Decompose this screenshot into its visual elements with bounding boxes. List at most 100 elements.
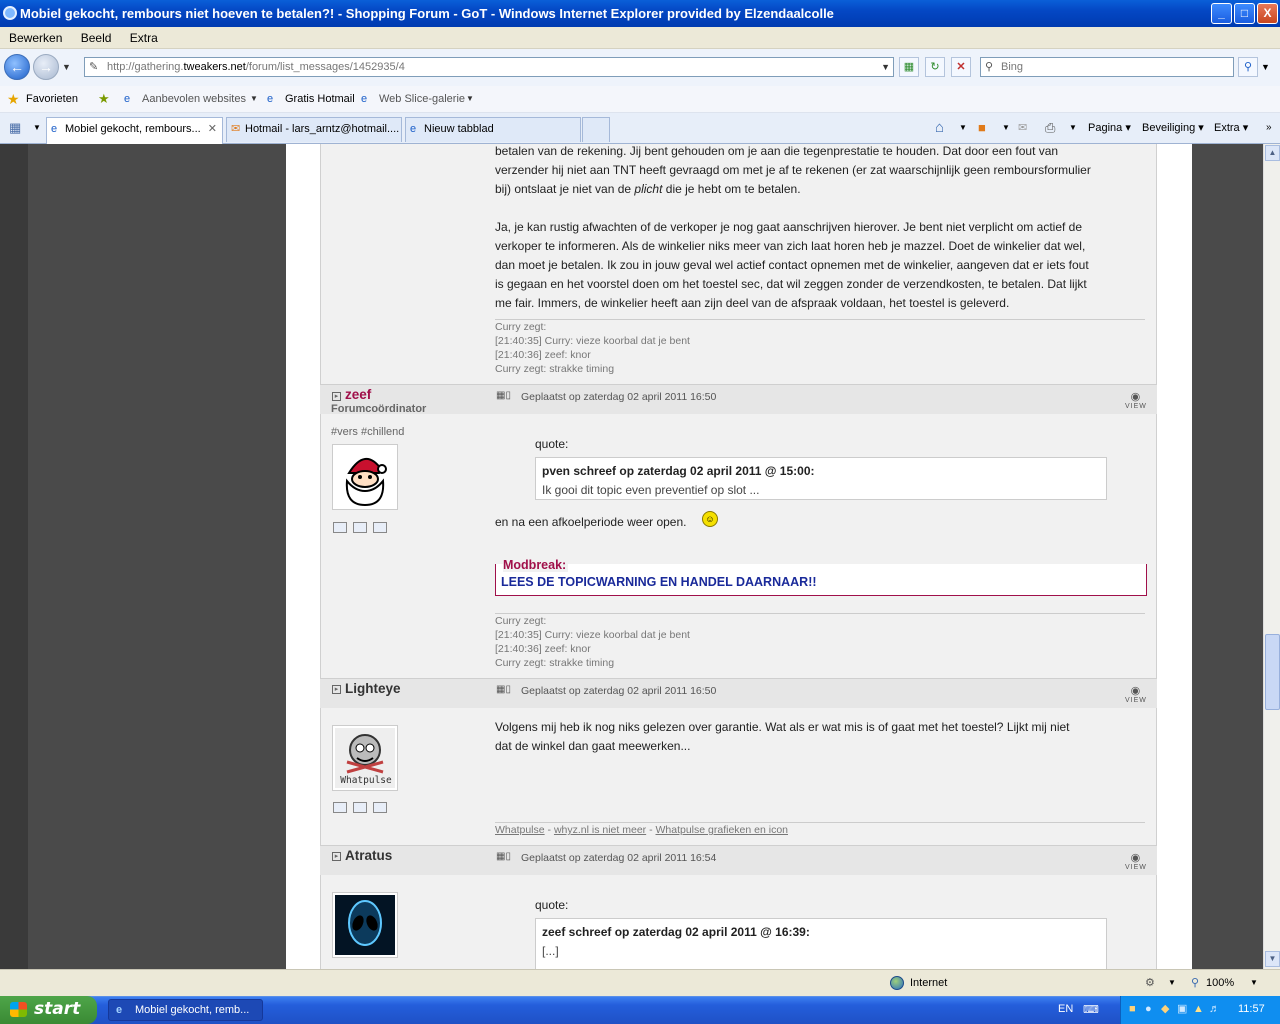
minimize-button[interactable]: _ bbox=[1211, 3, 1232, 24]
language-indicator[interactable]: EN bbox=[1058, 1003, 1073, 1015]
avatar[interactable] bbox=[332, 444, 398, 510]
tray-icon-4[interactable]: ▣ bbox=[1177, 996, 1187, 1023]
close-button[interactable]: X bbox=[1257, 3, 1278, 24]
vertical-scrollbar[interactable]: ▲ ▼ bbox=[1263, 144, 1280, 969]
avatar[interactable]: Whatpulse bbox=[332, 725, 398, 791]
menu-bewerken[interactable]: Bewerken bbox=[8, 27, 70, 45]
stop-icon[interactable]: ✕ bbox=[951, 57, 971, 77]
tab-hotmail[interactable]: ✉ Hotmail - lars_arntz@hotmail.... bbox=[226, 117, 402, 142]
post-4-username[interactable]: Atratus bbox=[345, 848, 392, 863]
zoom-level[interactable]: 100% bbox=[1206, 970, 1234, 996]
beveiliging-label: Beveiliging bbox=[1142, 122, 1196, 134]
profile-icon[interactable] bbox=[333, 802, 347, 813]
search-input[interactable]: ⚲ Bing bbox=[980, 57, 1234, 77]
quote-text: Ik gooi dit topic even preventief op slo… bbox=[542, 483, 760, 497]
protected-mode-icon[interactable]: ⚙ bbox=[1145, 970, 1155, 996]
zoom-icon: ⚲ bbox=[1191, 977, 1200, 989]
menu-extra[interactable]: Extra bbox=[129, 27, 166, 45]
address-input[interactable]: ✎ http://gathering.tweakers.net/forum/li… bbox=[84, 57, 894, 77]
view-button[interactable]: ◉ VIEW bbox=[1125, 684, 1147, 704]
sig-link-grafieken[interactable]: Whatpulse grafieken en icon bbox=[656, 824, 789, 836]
alien-avatar-icon bbox=[335, 895, 395, 955]
fav-gratis-hotmail[interactable]: Gratis Hotmail bbox=[285, 86, 355, 112]
scroll-thumb[interactable] bbox=[1265, 634, 1280, 710]
view-button[interactable]: ◉ VIEW bbox=[1125, 390, 1147, 410]
search-provider-icon: ⚲ bbox=[985, 61, 994, 73]
post-link-icon[interactable]: ▦▯ bbox=[496, 390, 511, 401]
system-tray: ■ ● ◆ ▣ ▲ ♬ 11:57 bbox=[1120, 996, 1280, 1024]
post-3-username[interactable]: Lighteye bbox=[345, 681, 401, 696]
quote-box: zeef schreef op zaterdag 02 april 2011 @… bbox=[535, 918, 1107, 969]
new-tab-button[interactable] bbox=[582, 117, 610, 142]
quote-label: quote: bbox=[535, 898, 569, 912]
maximize-button[interactable]: □ bbox=[1234, 3, 1255, 24]
fav-aanbevolen[interactable]: Aanbevolen websites bbox=[142, 86, 246, 112]
sig-link-whatpulse[interactable]: Whatpulse bbox=[495, 824, 545, 836]
mail-icon: ✉ bbox=[231, 123, 241, 135]
forward-button[interactable]: → bbox=[33, 54, 59, 80]
gallery-icon[interactable] bbox=[353, 522, 367, 533]
favorites-button[interactable]: Favorieten bbox=[26, 86, 78, 112]
close-tab-icon[interactable]: ✕ bbox=[208, 118, 217, 140]
expand-user-icon[interactable]: ▸ bbox=[332, 685, 341, 694]
modbreak-text: LEES DE TOPICWARNING EN HANDEL DAARNAAR!… bbox=[501, 575, 817, 589]
chevron-down-icon[interactable]: ▼ bbox=[1002, 117, 1010, 139]
print-icon[interactable]: ⎙ bbox=[1045, 117, 1055, 139]
tray-icon-1[interactable]: ■ bbox=[1129, 996, 1136, 1023]
scroll-up-icon[interactable]: ▲ bbox=[1265, 145, 1280, 161]
text-line: dan moet je betalen. Ik zou in jouw geva… bbox=[495, 258, 1089, 272]
avatar[interactable] bbox=[332, 892, 398, 958]
webslice-icon: e bbox=[361, 93, 368, 105]
tray-icon-3[interactable]: ◆ bbox=[1161, 996, 1169, 1023]
post-2-username[interactable]: zeef bbox=[345, 387, 371, 402]
scroll-down-icon[interactable]: ▼ bbox=[1265, 951, 1280, 967]
sig-link-whyz[interactable]: whyz.nl is niet meer bbox=[554, 824, 646, 836]
profile-icon[interactable] bbox=[333, 522, 347, 533]
add-favorite-icon[interactable]: ★ bbox=[98, 86, 110, 112]
fav-web-slice[interactable]: Web Slice-galerie bbox=[379, 86, 465, 112]
view-label: VIEW bbox=[1125, 864, 1147, 871]
page-viewport: betalen van de rekening. Jij bent gehoud… bbox=[0, 144, 1263, 969]
menu-pagina[interactable]: Pagina ▾ bbox=[1088, 117, 1131, 139]
tray-icon-5[interactable]: ▲ bbox=[1193, 996, 1204, 1023]
tab-list-icon[interactable]: ▼ bbox=[33, 117, 41, 139]
smiley-icon: ☺ bbox=[702, 511, 718, 527]
tab-active[interactable]: e Mobiel gekocht, rembours... ✕ bbox=[46, 117, 223, 144]
expand-user-icon[interactable]: ▸ bbox=[332, 852, 341, 861]
contact-icon[interactable] bbox=[373, 522, 387, 533]
view-button[interactable]: ◉ VIEW bbox=[1125, 851, 1147, 871]
expand-user-icon[interactable]: ▸ bbox=[332, 392, 341, 401]
address-dropdown-icon[interactable]: ▼ bbox=[881, 58, 890, 76]
home-icon[interactable]: ⌂ bbox=[935, 117, 944, 139]
view-label: VIEW bbox=[1125, 697, 1147, 704]
compat-view-icon[interactable]: ▦ bbox=[899, 57, 919, 77]
menu-beveiliging[interactable]: Beveiliging ▾ bbox=[1142, 117, 1204, 139]
chevron-down-icon[interactable]: ▼ bbox=[959, 117, 967, 139]
chevron-down-icon[interactable]: ▼ bbox=[1069, 117, 1077, 139]
quick-tabs-icon[interactable]: ▦ bbox=[9, 117, 21, 139]
back-button[interactable]: ← bbox=[4, 54, 30, 80]
gallery-icon[interactable] bbox=[353, 802, 367, 813]
menu-beeld[interactable]: Beeld bbox=[80, 27, 120, 45]
tray-icon-2[interactable]: ● bbox=[1145, 996, 1152, 1023]
tab-bar: ▦ ▼ e Mobiel gekocht, rembours... ✕ ✉ Ho… bbox=[0, 113, 1280, 144]
keyboard-icon[interactable]: ⌨ bbox=[1083, 1003, 1099, 1016]
more-icon[interactable]: » bbox=[1266, 117, 1272, 139]
taskbar-item-ie[interactable]: e Mobiel gekocht, remb... bbox=[108, 999, 263, 1021]
history-dropdown-icon[interactable]: ▼ bbox=[62, 62, 71, 72]
volume-icon[interactable]: ♬ bbox=[1209, 996, 1220, 1023]
search-icon[interactable]: ⚲ bbox=[1238, 57, 1258, 77]
chevron-down-icon[interactable]: ▼ bbox=[1250, 970, 1258, 996]
chevron-down-icon[interactable]: ▼ bbox=[1168, 970, 1176, 996]
contact-icon[interactable] bbox=[373, 802, 387, 813]
refresh-icon[interactable]: ↻ bbox=[925, 57, 945, 77]
rss-icon[interactable]: ■ bbox=[978, 117, 986, 139]
search-options-icon[interactable]: ▼ bbox=[1261, 62, 1270, 72]
mail-icon[interactable]: ✉ bbox=[1018, 117, 1027, 139]
taskbar-item-label: Mobiel gekocht, remb... bbox=[135, 1004, 250, 1016]
menu-extra-cmd[interactable]: Extra ▾ bbox=[1214, 117, 1248, 139]
start-button[interactable]: start bbox=[0, 996, 97, 1024]
post-link-icon[interactable]: ▦▯ bbox=[496, 851, 511, 862]
tab-new[interactable]: e Nieuw tabblad bbox=[405, 117, 581, 142]
post-link-icon[interactable]: ▦▯ bbox=[496, 684, 511, 695]
